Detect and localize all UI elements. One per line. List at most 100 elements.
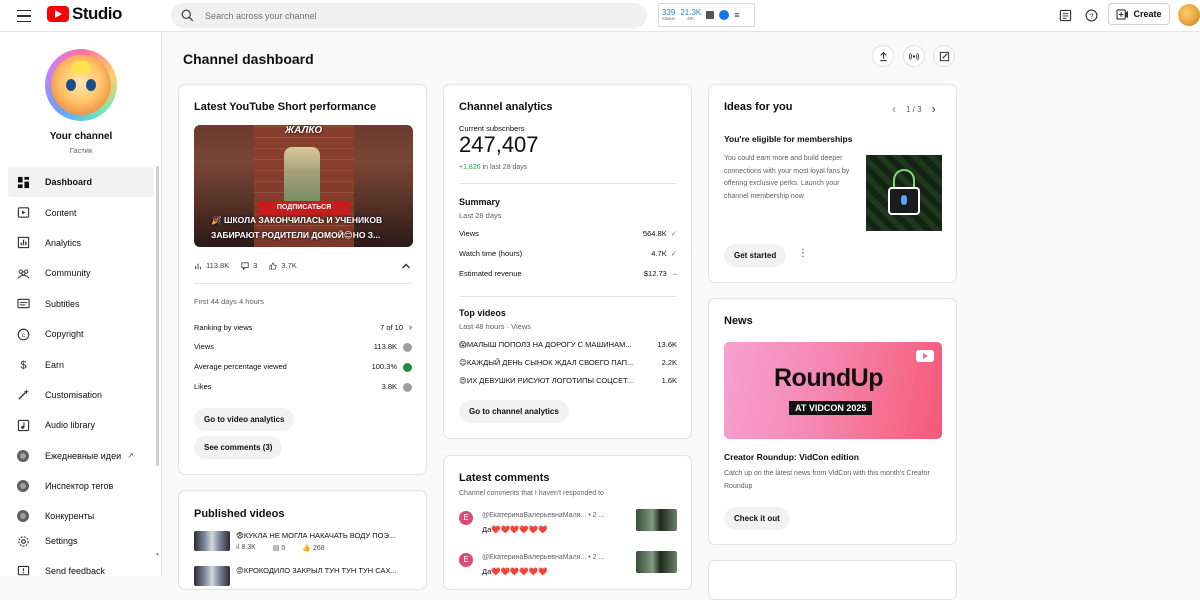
comment-row[interactable]: E @ЕкатеринаВалерьевнаМаля... • 2 ... Да… — [459, 509, 677, 539]
create-post-button[interactable] — [933, 45, 955, 67]
ext-stat-48h: 21.3K 48ч — [680, 8, 701, 22]
row-value-wrap: 7 of 10 › — [380, 322, 412, 332]
ranking-row[interactable]: Ranking by views 7 of 10 › — [194, 322, 412, 332]
youtube-logo-icon — [916, 350, 934, 362]
news-body: Catch up on the latest news from VidCon … — [724, 470, 930, 490]
likes-value: 268 — [313, 545, 325, 552]
sidebar-scrollbar[interactable] — [156, 166, 159, 466]
sidebar-item-analytics[interactable]: Analytics — [8, 228, 154, 258]
sidebar-item-subtitles[interactable]: Subtitles — [8, 289, 154, 319]
get-started-button[interactable]: Get started — [724, 244, 787, 267]
sidebar-item-label: Dashboard — [45, 177, 93, 188]
external-link-icon: ↗ — [127, 451, 134, 461]
row-label: Estimated revenue — [459, 269, 522, 278]
scroll-down-icon[interactable]: ▼ — [155, 552, 160, 558]
account-avatar[interactable] — [1178, 4, 1200, 26]
news-image[interactable]: RoundUp AT VIDCON 2025 — [724, 342, 942, 439]
header-divider — [0, 31, 1200, 32]
comments-value: 0 — [281, 545, 286, 552]
chevron-right-icon[interactable]: › — [932, 102, 936, 116]
go-to-channel-analytics-button[interactable]: Go to channel analytics — [459, 400, 569, 423]
sidebar-item-audio-library[interactable]: Audio library — [8, 410, 154, 440]
top-bar: Studio 33960мин 21.3K48ч ≡ ? Create — [0, 0, 1200, 31]
video-thumbnail[interactable] — [194, 566, 230, 586]
video-thumbnail[interactable] — [636, 509, 677, 531]
row-value-wrap: $12.73– — [644, 269, 677, 278]
search-input[interactable] — [205, 10, 605, 21]
short-thumbnail[interactable]: ЖАЛКО ПОДПИСАТЬСЯ 🎉 ШКОЛА ЗАКОНЧИЛАСЬ И … — [194, 125, 413, 247]
published-video-row[interactable]: 😨КУКЛА НЕ МОГЛА НАКАЧАТЬ ВОДУ ПОЭ... ıl … — [194, 531, 416, 552]
sidebar-item-earn[interactable]: $ Earn — [8, 349, 154, 379]
card-title: Latest comments — [459, 472, 550, 484]
card-title: News — [724, 315, 753, 327]
sidebar-item-label: Analytics — [45, 237, 82, 248]
sidebar-item-community[interactable]: Community — [8, 258, 154, 288]
hamburger-menu-icon[interactable] — [14, 6, 34, 26]
ext-chart-icon[interactable] — [706, 11, 715, 19]
sidebar-item-settings[interactable]: Settings — [8, 526, 154, 556]
see-comments-button[interactable]: See comments (3) — [194, 436, 283, 459]
go-live-button[interactable] — [903, 45, 925, 67]
upload-button[interactable] — [872, 45, 894, 67]
subs-change-value: +1,826 — [459, 164, 481, 171]
row-value-wrap: 3.8K — [382, 382, 412, 392]
news-image-badge: AT VIDCON 2025 — [789, 401, 873, 415]
sidebar-item-content[interactable]: Content — [8, 197, 154, 227]
channel-avatar[interactable] — [45, 49, 117, 121]
published-video-row[interactable]: 😡КРОКОДИЛО ЗАКРЫЛ ТУН ТУН ТУН САХ... — [194, 566, 416, 586]
comment-author[interactable]: @ЕкатеринаВалерьевнаМаля... • 2 ... — [482, 512, 632, 519]
news-headline: Creator Roundup: VidCon edition — [724, 452, 859, 462]
sidebar-item-daily-ideas[interactable]: Ежедневные идеи ↗ — [8, 441, 154, 471]
ext-logo-icon[interactable] — [719, 10, 730, 20]
row-label: Views — [459, 229, 479, 238]
next-card — [708, 560, 957, 600]
feedback-icon[interactable] — [1058, 8, 1072, 22]
published-videos-card: Published videos 😨КУКЛА НЕ МОГЛА НАКАЧАТ… — [178, 490, 427, 590]
sidebar-item-copyright[interactable]: c Copyright — [8, 319, 154, 349]
top-video-row[interactable]: 😍ИХ ДЕВУШКИ РИСУЮТ ЛОГОТИПЫ СОЦСЕТ... 1.… — [459, 376, 677, 385]
ext-menu-icon[interactable]: ≡ — [734, 10, 739, 20]
sidebar: Your channel Гастик Dashboard Content An… — [0, 32, 162, 576]
commenter-avatar[interactable]: E — [459, 511, 473, 525]
help-icon[interactable]: ? — [1084, 8, 1098, 22]
video-thumbnail[interactable] — [194, 531, 230, 551]
short-performance-card: Latest YouTube Short performance ЖАЛКО П… — [178, 84, 427, 475]
comment-text: Да❤️❤️❤️❤️❤️❤️ — [482, 525, 548, 534]
sidebar-item-customisation[interactable]: Customisation — [8, 380, 154, 410]
more-options-icon[interactable]: ⋮ — [798, 248, 808, 259]
sidebar-item-tag-inspector[interactable]: Инспектор тегов — [8, 471, 154, 501]
video-title[interactable]: 😡КРОКОДИЛО ЗАКРЫЛ ТУН ТУН ТУН САХ... — [236, 566, 416, 586]
top-video-row[interactable]: 😊КАЖДЫЙ ДЕНЬ СЫНОК ЖДАЛ СВОЕГО ПАП... 2.… — [459, 358, 677, 367]
analytics-icon — [16, 236, 30, 250]
search-bar[interactable] — [171, 3, 647, 28]
sidebar-item-send-feedback[interactable]: Send feedback — [8, 556, 154, 586]
comment-author[interactable]: @ЕкатеринаВалерьевнаМаля... • 2 ... — [482, 554, 632, 561]
sidebar-item-label: Community — [45, 268, 91, 279]
row-value: 7 of 10 — [380, 323, 403, 332]
dashboard-icon — [16, 175, 30, 189]
video-thumbnail[interactable] — [636, 551, 677, 573]
create-video-icon — [1116, 8, 1129, 20]
sidebar-item-label: Settings — [45, 536, 78, 546]
chevron-left-icon[interactable]: ‹ — [892, 102, 896, 116]
period-label: First 44 days 4 hours — [194, 297, 265, 306]
studio-logo[interactable]: Studio — [47, 4, 122, 24]
comment-row[interactable]: E @ЕкатеринаВалерьевнаМаля... • 2 ... Да… — [459, 551, 677, 581]
check-it-out-button[interactable]: Check it out — [724, 507, 790, 530]
magic-wand-icon — [16, 388, 30, 402]
row-value-wrap: 113.8K — [374, 342, 412, 352]
sidebar-nav: Dashboard Content Analytics Community Su… — [8, 167, 154, 532]
comment-text: Да❤️❤️❤️❤️❤️❤️ — [482, 567, 548, 576]
create-button[interactable]: Create — [1108, 3, 1170, 25]
card-title: Ideas for you — [724, 101, 793, 113]
top-video-row[interactable]: 😱МАЛЫШ ПОПОЛЗ НА ДОРОГУ С МАШИНАМ... 13.… — [459, 340, 677, 349]
video-title[interactable]: 😨КУКЛА НЕ МОГЛА НАКАЧАТЬ ВОДУ ПОЭ... — [236, 531, 416, 540]
extension-widget[interactable]: 339 60мин 21.3K 48ч ≡ — [658, 3, 755, 27]
likes-stat: 👍 268 — [302, 545, 325, 552]
views-row: Views 113.8K — [194, 342, 412, 352]
go-to-video-analytics-button[interactable]: Go to video analytics — [194, 408, 295, 431]
commenter-avatar[interactable]: E — [459, 553, 473, 567]
sidebar-item-dashboard[interactable]: Dashboard — [8, 167, 154, 198]
chevron-up-icon[interactable] — [400, 260, 412, 272]
card-title: Published videos — [194, 508, 285, 520]
